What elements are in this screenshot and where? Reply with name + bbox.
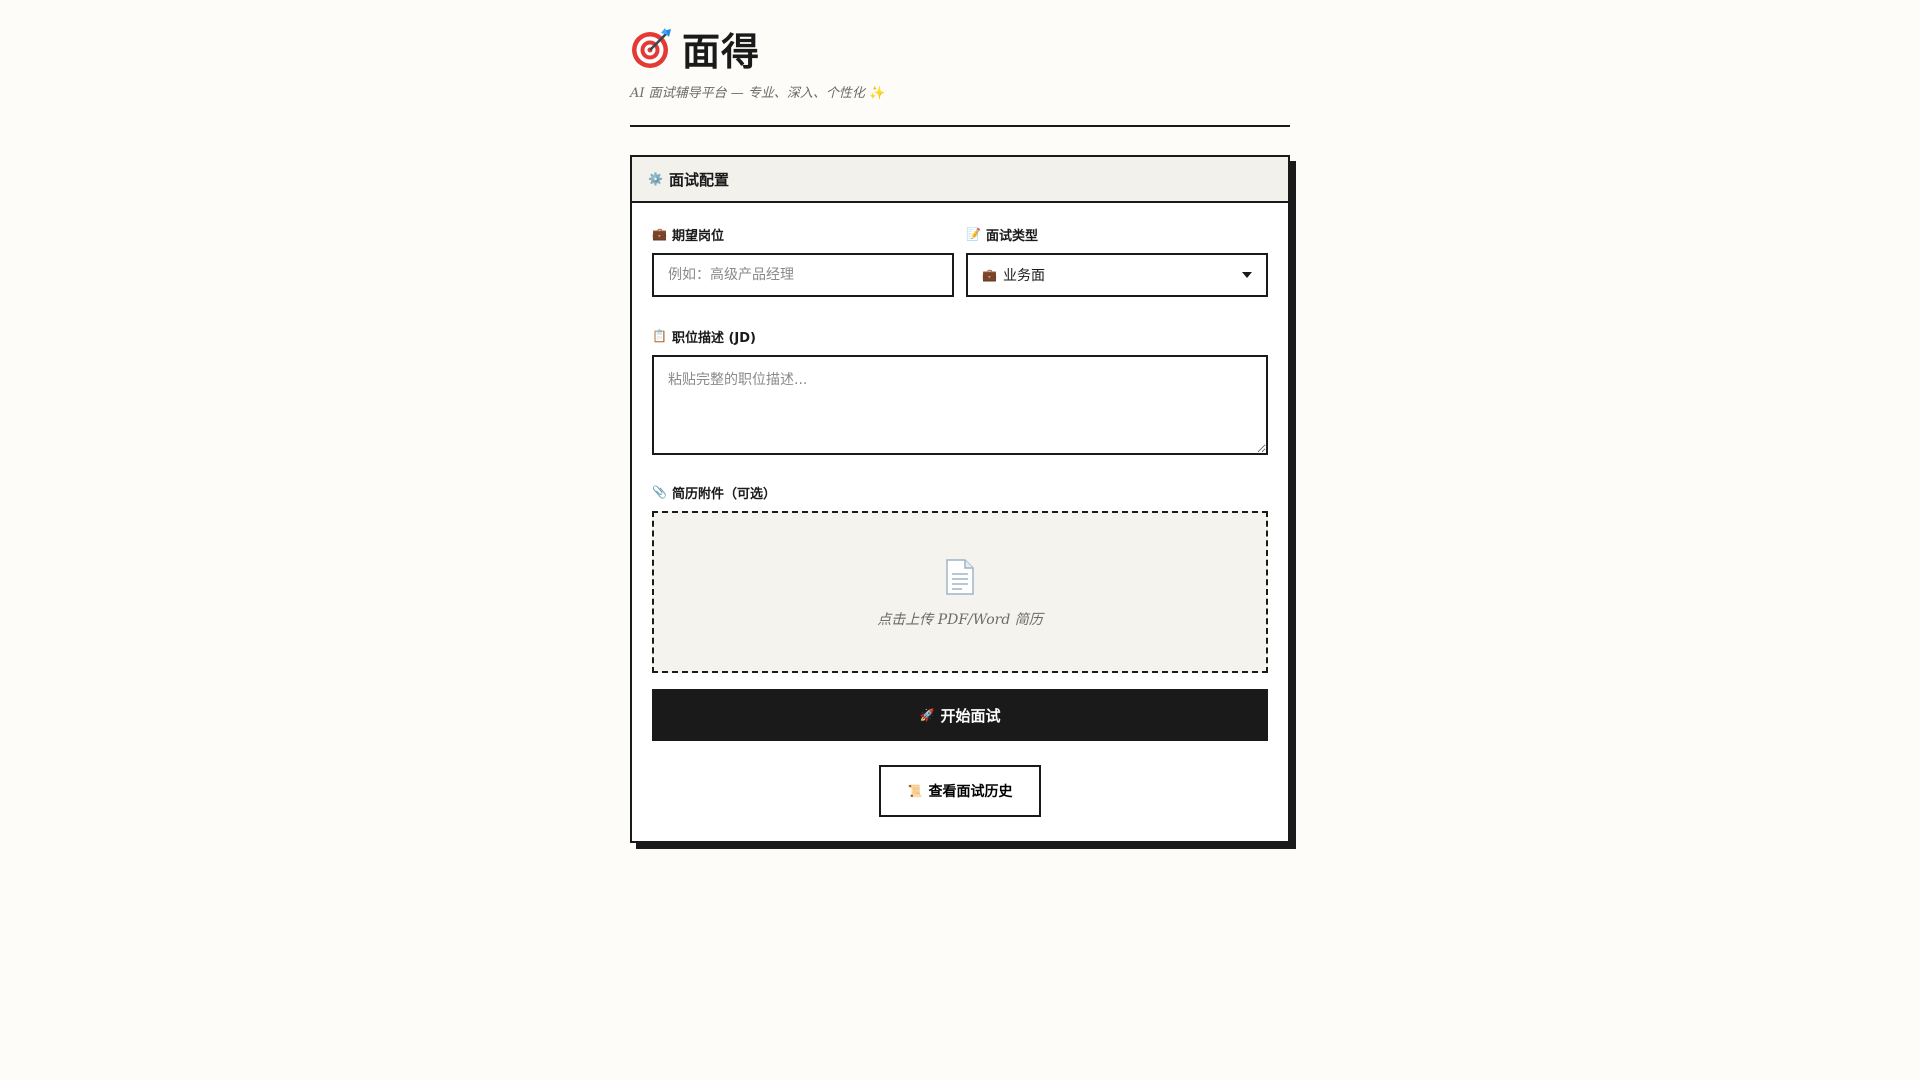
view-history-label: 查看面试历史	[928, 784, 1013, 800]
target-icon	[632, 28, 671, 68]
interview-type-field: 📝 面试类型 💼 业务面	[966, 225, 1268, 297]
scroll-icon: 📜	[907, 784, 923, 798]
interview-type-select[interactable]: 💼 业务面	[966, 253, 1268, 297]
jd-textarea[interactable]	[652, 355, 1268, 455]
view-history-button[interactable]: 📜 查看面试历史	[879, 765, 1041, 817]
rocket-icon: 🚀	[919, 708, 935, 722]
sparkle-icon: ✨	[869, 86, 886, 101]
paperclip-icon: 📎	[652, 485, 667, 499]
caret-down-icon	[1242, 272, 1252, 278]
card-title: 面试配置	[668, 170, 729, 189]
resume-upload-dropzone[interactable]: 点击上传 PDF/Word 简历	[652, 511, 1268, 673]
resume-section: 📎 简历附件（可选） 点击上传 PDF/Word 简历	[652, 483, 1268, 673]
jd-label-text: 职位描述 (JD)	[671, 330, 756, 346]
position-input[interactable]	[652, 253, 954, 297]
tagline: AI 面试辅导平台 — 专业、深入、个性化 ✨	[630, 82, 1290, 101]
memo-icon: 📝	[966, 227, 981, 241]
gear-icon: ⚙️	[648, 172, 663, 186]
start-interview-button[interactable]: 🚀 开始面试	[652, 689, 1268, 741]
jd-label: 📋 职位描述 (JD)	[652, 327, 1268, 346]
app-title: 面得	[682, 29, 761, 74]
interview-type-label: 📝 面试类型	[966, 225, 1268, 244]
interview-config-card: ⚙️ 面试配置 💼 期望岗位 📝 面试类型	[630, 155, 1290, 843]
document-icon	[946, 559, 974, 595]
position-field: 💼 期望岗位	[652, 225, 954, 297]
history-wrap: 📜 查看面试历史	[652, 765, 1268, 817]
resume-label: 📎 简历附件（可选）	[652, 483, 1268, 502]
briefcase-icon: 💼	[982, 268, 997, 282]
header-divider	[630, 125, 1290, 127]
jd-section: 📋 职位描述 (JD)	[652, 327, 1268, 459]
interview-type-label-text: 面试类型	[985, 228, 1038, 244]
briefcase-icon: 💼	[652, 227, 667, 241]
card-body: 💼 期望岗位 📝 面试类型 💼 业务面	[632, 203, 1288, 841]
app-container: 面得 AI 面试辅导平台 — 专业、深入、个性化 ✨ ⚙️ 面试配置 💼 期望岗…	[630, 24, 1290, 843]
interview-type-selected: 业务面	[1002, 268, 1045, 284]
position-label: 💼 期望岗位	[652, 225, 954, 244]
resume-label-text: 简历附件（可选）	[671, 486, 776, 502]
brand: 面得	[630, 24, 1290, 74]
clipboard-icon: 📋	[652, 329, 667, 343]
position-type-row: 💼 期望岗位 📝 面试类型 💼 业务面	[652, 225, 1268, 297]
position-label-text: 期望岗位	[671, 228, 724, 244]
tagline-text: AI 面试辅导平台 — 专业、深入、个性化	[630, 86, 865, 101]
start-interview-label: 开始面试	[940, 706, 1001, 725]
card-header: ⚙️ 面试配置	[632, 157, 1288, 203]
upload-hint: 点击上传 PDF/Word 简历	[877, 612, 1043, 628]
